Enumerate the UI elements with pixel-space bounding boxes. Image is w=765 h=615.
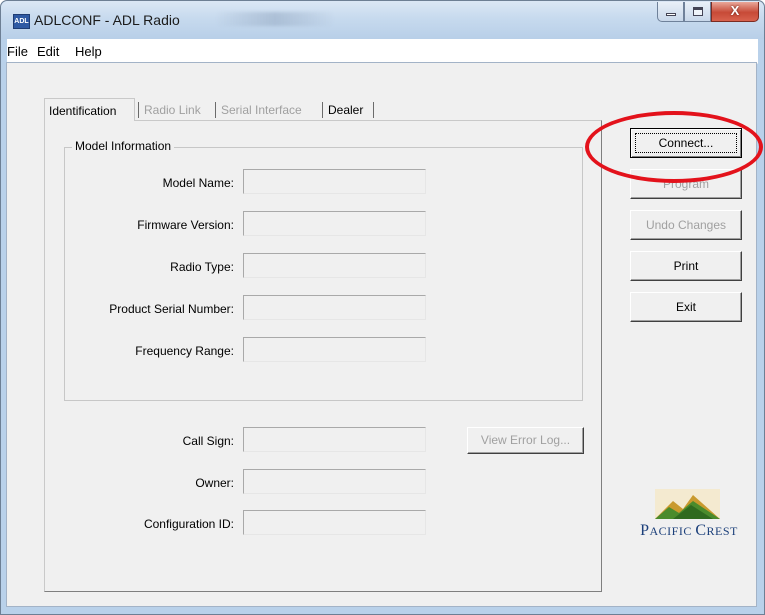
menu-help[interactable]: Help bbox=[75, 44, 102, 59]
print-button[interactable]: Print bbox=[630, 251, 742, 281]
logo-wordmark: PACIFIC CREST bbox=[633, 522, 745, 540]
radio-type-label: Radio Type: bbox=[170, 260, 234, 274]
call-sign-label: Call Sign: bbox=[182, 434, 234, 448]
call-sign-field[interactable] bbox=[243, 427, 426, 452]
menu-file[interactable]: File bbox=[7, 44, 28, 59]
logo-p: P bbox=[640, 522, 650, 539]
menu-edit[interactable]: Edit bbox=[37, 44, 59, 59]
blurred-title-area bbox=[215, 12, 335, 26]
tab-identification[interactable]: Identification bbox=[44, 98, 135, 121]
logo-rest: REST bbox=[706, 524, 738, 538]
focus-rectangle bbox=[635, 133, 737, 153]
product-serial-number-field[interactable] bbox=[243, 295, 426, 320]
tab-separator bbox=[138, 102, 139, 118]
logo-acific: ACIFIC bbox=[649, 524, 696, 538]
model-information-label: Model Information bbox=[72, 139, 175, 153]
title-bar[interactable]: ADL ADLCONF - ADL Radio X bbox=[1, 1, 764, 39]
view-error-log-button[interactable]: View Error Log... bbox=[467, 427, 584, 454]
app-icon[interactable]: ADL bbox=[13, 14, 30, 29]
frequency-range-field[interactable] bbox=[243, 337, 426, 362]
window-controls: X bbox=[657, 2, 759, 23]
undo-changes-button[interactable]: Undo Changes bbox=[630, 210, 742, 240]
maximize-icon bbox=[693, 7, 703, 16]
close-icon: X bbox=[730, 3, 740, 18]
logo-c: C bbox=[695, 522, 707, 539]
pacific-crest-logo: PACIFIC CREST bbox=[633, 489, 745, 549]
tab-serial-interface[interactable]: Serial Interface bbox=[217, 98, 306, 121]
model-name-label: Model Name: bbox=[162, 176, 234, 190]
program-button[interactable]: Program bbox=[630, 169, 742, 199]
owner-field[interactable] bbox=[243, 469, 426, 494]
product-serial-number-label: Product Serial Number: bbox=[109, 302, 234, 316]
mountain-icon bbox=[655, 489, 720, 519]
tab-dealer[interactable]: Dealer bbox=[324, 98, 367, 121]
menu-bar: File Edit Help bbox=[7, 39, 758, 64]
tab-separator bbox=[322, 102, 323, 118]
frequency-range-label: Frequency Range: bbox=[135, 344, 234, 358]
tab-separator bbox=[373, 102, 374, 118]
exit-button[interactable]: Exit bbox=[630, 292, 742, 322]
radio-type-field[interactable] bbox=[243, 253, 426, 278]
connect-button[interactable]: Connect... bbox=[630, 128, 742, 158]
configuration-id-label: Configuration ID: bbox=[143, 517, 234, 531]
maximize-button[interactable] bbox=[684, 2, 711, 22]
window-title: ADLCONF - ADL Radio bbox=[34, 12, 180, 28]
minimize-button[interactable] bbox=[657, 2, 684, 22]
minimize-icon bbox=[666, 13, 676, 16]
tab-separator bbox=[215, 102, 216, 118]
close-button[interactable]: X bbox=[711, 2, 759, 22]
configuration-id-field[interactable] bbox=[243, 510, 426, 535]
firmware-version-label: Firmware Version: bbox=[137, 218, 234, 232]
firmware-version-field[interactable] bbox=[243, 211, 426, 236]
model-name-field[interactable] bbox=[243, 169, 426, 194]
owner-label: Owner: bbox=[195, 476, 234, 490]
tab-radio-link[interactable]: Radio Link bbox=[140, 98, 205, 121]
